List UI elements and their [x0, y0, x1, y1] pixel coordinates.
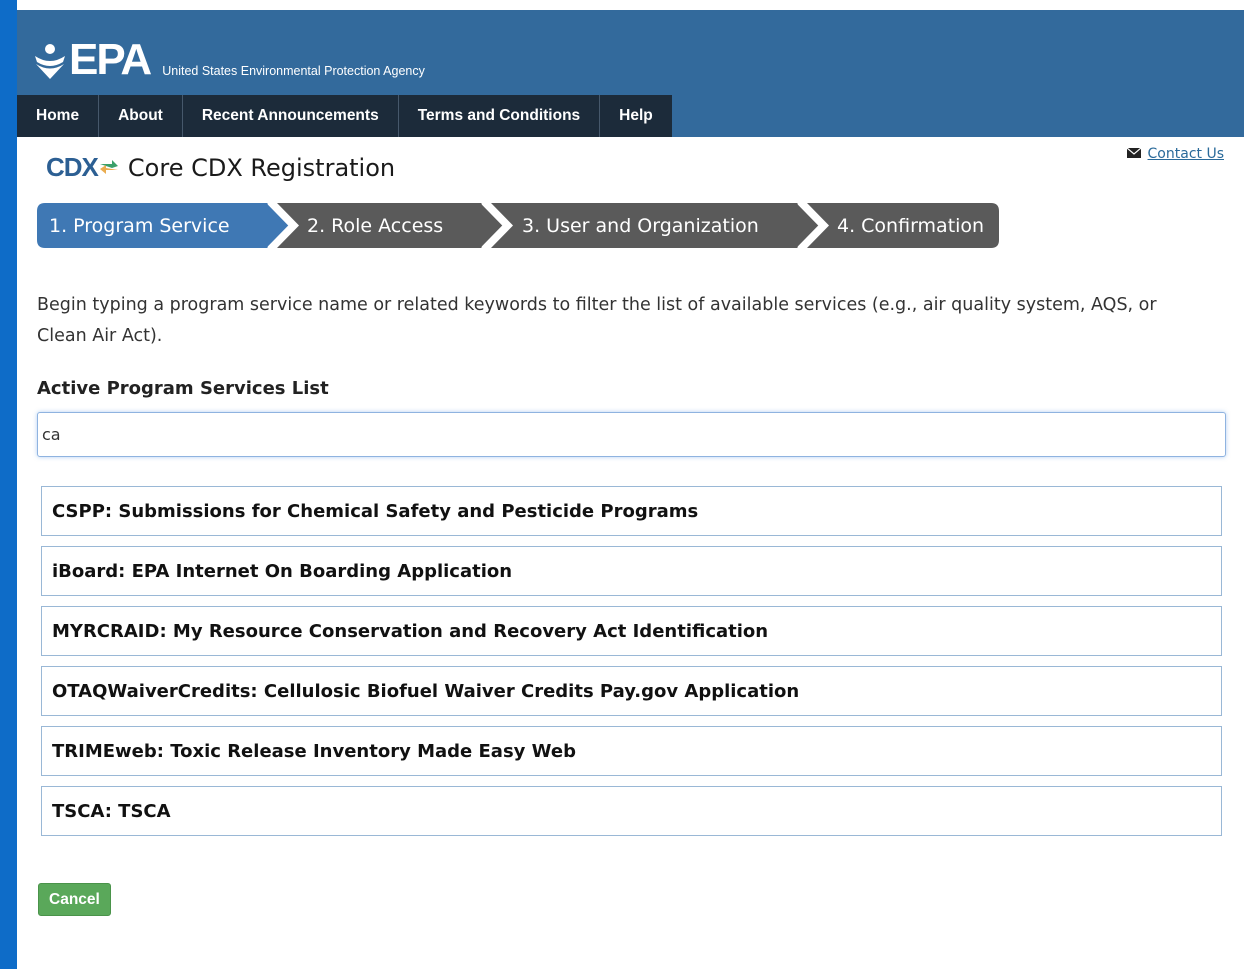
page-title: Core CDX Registration	[127, 153, 396, 182]
page-title-row: CDX Core CDX Registration	[46, 152, 395, 183]
nav-help[interactable]: Help	[600, 95, 672, 137]
site-header: EPA United States Environmental Protecti…	[17, 10, 1244, 137]
list-item[interactable]: TRIMEweb: Toxic Release Inventory Made E…	[41, 726, 1222, 776]
contact-us-link[interactable]: Contact Us	[1126, 146, 1224, 162]
list-item[interactable]: CSPP: Submissions for Chemical Safety an…	[41, 486, 1222, 536]
registration-steps: 1. Program Service 2. Role Access 3. Use…	[37, 203, 999, 248]
nav-home[interactable]: Home	[17, 95, 100, 137]
nav-about[interactable]: About	[99, 95, 183, 137]
cdx-arrows-icon	[98, 152, 120, 183]
step-4-label[interactable]: 4. Confirmation	[837, 203, 984, 248]
step-3-label[interactable]: 3. User and Organization	[522, 203, 759, 248]
program-services-list-heading: Active Program Services List	[37, 378, 329, 399]
nav-terms-and-conditions[interactable]: Terms and Conditions	[398, 95, 601, 137]
nav-recent-announcements[interactable]: Recent Announcements	[182, 95, 399, 137]
list-item[interactable]: TSCA: TSCA	[41, 786, 1222, 836]
list-item[interactable]: MYRCRAID: My Resource Conservation and R…	[41, 606, 1222, 656]
program-service-search-input[interactable]	[37, 412, 1226, 457]
list-item[interactable]: OTAQWaiverCredits: Cellulosic Biofuel Wa…	[41, 666, 1222, 716]
page-left-accent-bar	[0, 0, 17, 969]
cdx-logo: CDX	[46, 152, 120, 183]
step-2-label[interactable]: 2. Role Access	[307, 203, 443, 248]
epa-flower-icon	[33, 40, 67, 80]
step-1-label[interactable]: 1. Program Service	[49, 203, 230, 248]
list-item[interactable]: iBoard: EPA Internet On Boarding Applica…	[41, 546, 1222, 596]
epa-logo[interactable]: EPA United States Environmental Protecti…	[33, 32, 425, 84]
main-nav: Home About Recent Announcements Terms an…	[17, 95, 672, 137]
epa-logo-text: EPA	[69, 35, 152, 84]
cancel-button[interactable]: Cancel	[38, 883, 111, 916]
envelope-icon	[1126, 146, 1141, 162]
contact-us-label[interactable]: Contact Us	[1148, 146, 1224, 162]
cdx-logo-text: CDX	[46, 152, 99, 182]
agency-name: United States Environmental Protection A…	[162, 64, 425, 78]
intro-text: Begin typing a program service name or r…	[37, 295, 1157, 346]
program-services-results: CSPP: Submissions for Chemical Safety an…	[41, 486, 1222, 846]
top-band	[17, 0, 1244, 10]
